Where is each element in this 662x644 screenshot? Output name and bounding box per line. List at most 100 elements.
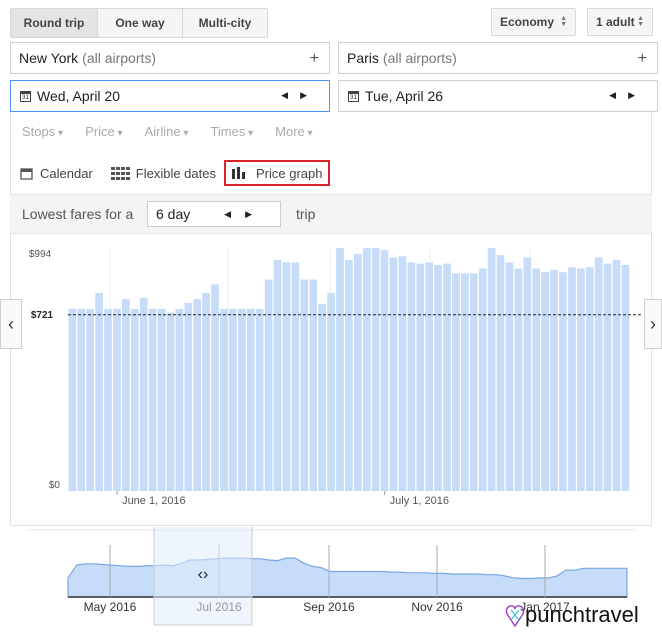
price-bar[interactable] — [291, 262, 300, 491]
price-bar[interactable] — [452, 273, 460, 491]
add-destination-icon[interactable]: + — [638, 50, 647, 68]
y-tick-reference: $721 — [31, 310, 54, 321]
cabin-class-select[interactable]: Economy ▲ ▼ — [491, 8, 576, 36]
price-bar[interactable] — [380, 250, 389, 491]
date-stepper-arrows[interactable]: ◀▶ — [281, 90, 319, 101]
price-bar[interactable] — [273, 260, 282, 491]
price-bar[interactable] — [398, 256, 407, 491]
y-tick-zero: $0 — [49, 480, 61, 491]
origin-qualifier: (all airports) — [82, 50, 157, 66]
drag-handle-icon[interactable]: ‹› — [198, 566, 209, 583]
price-bar[interactable] — [327, 293, 335, 491]
depart-date-field[interactable]: 31 Wed, April 20 ◀▶ — [10, 80, 330, 112]
month-label: Nov 2016 — [411, 600, 463, 614]
tab-flexible-dates[interactable]: Flexible dates — [110, 162, 216, 184]
price-bar[interactable] — [416, 263, 425, 491]
month-label: Sep 2016 — [303, 600, 355, 614]
price-bar[interactable] — [122, 299, 130, 491]
price-bar[interactable] — [238, 308, 246, 491]
filter-airline[interactable]: Airline — [145, 124, 189, 139]
price-bar[interactable] — [166, 312, 175, 492]
date-stepper-arrows[interactable]: ◀▶ — [609, 90, 647, 101]
price-bar[interactable] — [496, 255, 505, 491]
price-bar[interactable] — [95, 293, 103, 491]
heart-pin-icon — [505, 605, 525, 628]
price-bar[interactable] — [246, 308, 255, 491]
price-bar[interactable] — [362, 248, 371, 491]
price-bar[interactable] — [434, 264, 442, 491]
round-trip-button[interactable]: Round trip — [11, 9, 98, 37]
price-bar[interactable] — [148, 308, 157, 491]
price-bar[interactable] — [541, 272, 549, 491]
price-bar[interactable] — [568, 267, 576, 491]
price-bar[interactable] — [139, 297, 148, 491]
multi-city-button[interactable]: Multi-city — [183, 9, 267, 37]
price-bar[interactable] — [603, 263, 612, 491]
price-bar[interactable] — [157, 308, 166, 491]
up-down-icon: ▲ ▼ — [560, 15, 567, 28]
cabin-class-label: Economy — [500, 15, 555, 29]
tab-calendar[interactable]: Calendar — [20, 162, 93, 184]
price-bar[interactable] — [300, 279, 309, 492]
price-bar[interactable] — [220, 308, 228, 491]
price-bar[interactable] — [469, 273, 478, 491]
price-bar[interactable] — [184, 302, 193, 491]
up-down-icon: ▲ ▼ — [637, 15, 644, 28]
price-bar[interactable] — [77, 308, 86, 491]
tab-price-graph-label: Price graph — [255, 165, 323, 181]
passengers-select[interactable]: 1 adult ▲ ▼ — [587, 8, 653, 36]
destination-input[interactable]: Paris (all airports) + — [338, 42, 658, 74]
price-bar[interactable] — [309, 279, 318, 492]
filter-stops[interactable]: Stops — [22, 124, 63, 139]
price-bar[interactable] — [68, 308, 77, 491]
price-bar[interactable] — [104, 308, 112, 491]
view-tabs: Calendar Flexible dates Price graph — [20, 160, 331, 186]
price-bar[interactable] — [487, 248, 496, 491]
price-bar[interactable] — [354, 253, 362, 491]
price-bar[interactable] — [577, 268, 585, 492]
price-bar[interactable] — [255, 308, 264, 491]
price-bar[interactable] — [211, 284, 219, 491]
price-bar[interactable] — [621, 264, 630, 491]
price-bar[interactable] — [264, 279, 273, 492]
price-bar[interactable] — [594, 257, 603, 492]
price-bar[interactable] — [532, 268, 541, 492]
tab-price-graph[interactable]: Price graph — [223, 160, 331, 186]
return-date-field[interactable]: 31 Tue, April 26 ◀▶ — [338, 80, 658, 112]
price-bar[interactable] — [389, 257, 398, 492]
filter-more[interactable]: More — [275, 124, 312, 139]
price-bar[interactable] — [478, 268, 487, 492]
filter-times[interactable]: Times — [210, 124, 253, 139]
filter-price[interactable]: Price — [85, 124, 122, 139]
price-bar[interactable] — [559, 272, 567, 491]
price-bar[interactable] — [407, 262, 416, 491]
price-bar[interactable] — [229, 308, 237, 491]
price-bar[interactable] — [461, 273, 469, 491]
price-bar[interactable] — [505, 262, 514, 491]
price-bar[interactable] — [550, 269, 558, 491]
x-tick-label: June 1, 2016 — [122, 495, 186, 507]
price-bar[interactable] — [371, 248, 380, 491]
add-origin-icon[interactable]: + — [310, 50, 319, 68]
price-bar[interactable] — [282, 262, 291, 491]
price-bar[interactable] — [612, 260, 621, 491]
price-bar[interactable] — [193, 299, 202, 491]
origin-input[interactable]: New York (all airports) + — [10, 42, 330, 74]
lowest-fares-label: Lowest fares for a — [22, 206, 134, 222]
price-bar[interactable] — [585, 267, 594, 491]
price-bar[interactable] — [86, 308, 94, 491]
price-bar[interactable] — [175, 308, 184, 491]
price-bar[interactable] — [113, 308, 121, 491]
price-bar[interactable] — [523, 257, 532, 492]
price-bar[interactable] — [202, 293, 210, 491]
price-bar[interactable] — [336, 248, 344, 491]
one-way-button[interactable]: One way — [98, 9, 183, 37]
price-bar[interactable] — [345, 260, 353, 491]
price-bar[interactable] — [425, 262, 433, 491]
price-bar[interactable] — [514, 268, 523, 492]
price-bar[interactable] — [130, 308, 139, 491]
price-bar[interactable] — [443, 263, 451, 491]
duration-arrows-icon[interactable]: ◀▶ — [224, 209, 266, 220]
trip-duration-stepper[interactable]: 6 day ◀▶ — [147, 201, 281, 227]
price-bar[interactable] — [318, 304, 326, 491]
